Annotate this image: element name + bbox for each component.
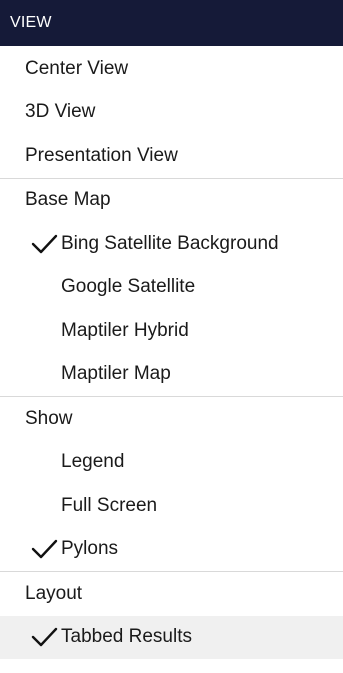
full-screen-label: Full Screen [61, 494, 158, 516]
center-view-item[interactable]: Center View [0, 47, 343, 91]
show-heading: Show [0, 397, 343, 441]
legend-item[interactable]: Legend [0, 441, 343, 485]
maptiler-map-label: Maptiler Map [61, 363, 171, 385]
checkmark-icon [30, 232, 61, 256]
menu-header: VIEW [0, 0, 343, 46]
tabbed-results-label: Tabbed Results [61, 626, 192, 648]
base-map-section: Base Map Bing Satellite Background Googl… [0, 179, 343, 397]
base-map-heading-label: Base Map [25, 189, 111, 211]
3d-view-item[interactable]: 3D View [0, 91, 343, 135]
view-menu: VIEW Center View 3D View Presentation Vi… [0, 0, 343, 673]
google-satellite-item[interactable]: Google Satellite [0, 266, 343, 310]
layout-section: Layout Tabbed Results [0, 572, 343, 659]
pylons-label: Pylons [61, 538, 119, 560]
presentation-view-item[interactable]: Presentation View [0, 134, 343, 178]
3d-view-label: 3D View [25, 101, 96, 123]
show-heading-label: Show [25, 407, 73, 429]
google-satellite-label: Google Satellite [61, 276, 196, 298]
show-section: Show Legend Full Screen Pylons [0, 397, 343, 572]
bing-satellite-background-label: Bing Satellite Background [61, 232, 279, 254]
full-screen-item[interactable]: Full Screen [0, 484, 343, 528]
maptiler-map-item[interactable]: Maptiler Map [0, 353, 343, 397]
bing-satellite-background-item[interactable]: Bing Satellite Background [0, 222, 343, 266]
maptiler-hybrid-label: Maptiler Hybrid [61, 319, 189, 341]
center-view-label: Center View [25, 57, 129, 79]
pylons-item[interactable]: Pylons [0, 528, 343, 572]
tabbed-results-item[interactable]: Tabbed Results [0, 615, 343, 659]
base-map-heading: Base Map [0, 179, 343, 223]
layout-heading-label: Layout [25, 582, 83, 604]
legend-label: Legend [61, 451, 125, 473]
layout-heading: Layout [0, 572, 343, 616]
checkmark-icon [30, 625, 61, 649]
maptiler-hybrid-item[interactable]: Maptiler Hybrid [0, 309, 343, 353]
view-section: Center View 3D View Presentation View [0, 46, 343, 179]
checkmark-icon [30, 537, 61, 561]
presentation-view-label: Presentation View [25, 144, 178, 166]
